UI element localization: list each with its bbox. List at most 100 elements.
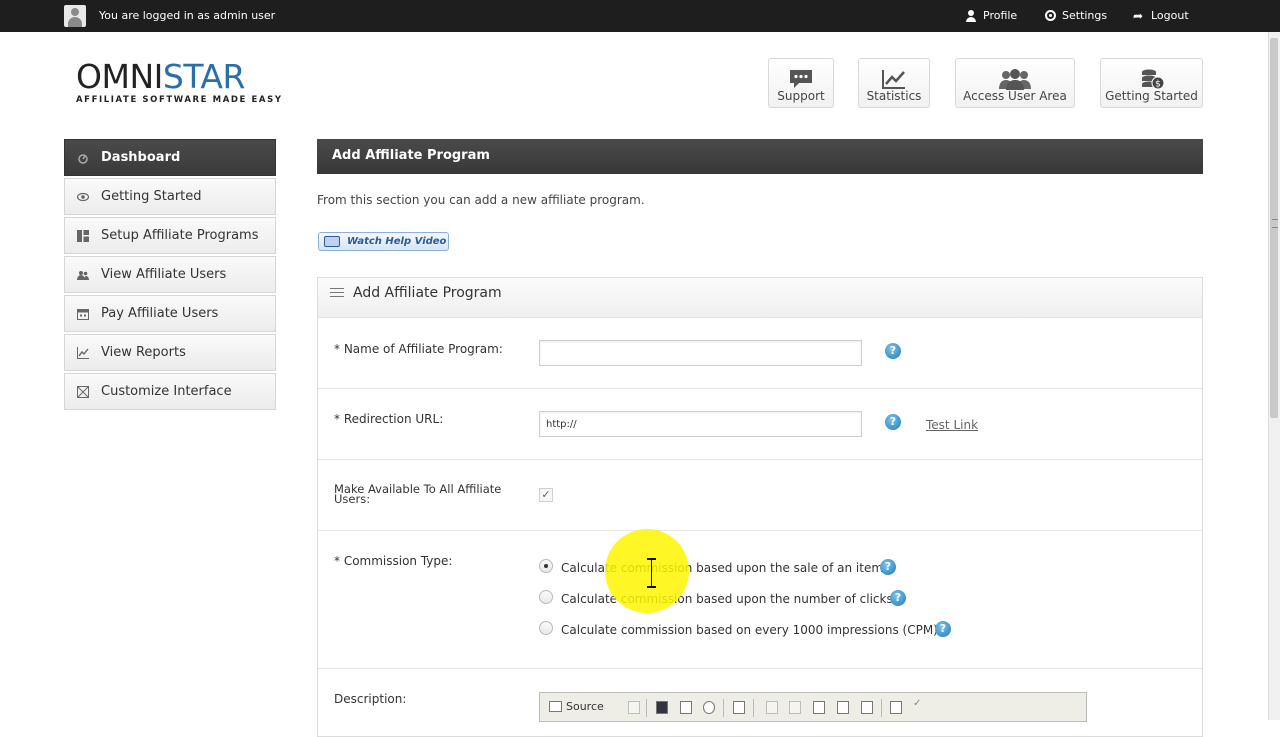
top-bar: You are logged in as admin user Profile …: [0, 0, 1280, 32]
paste-text-icon[interactable]: [837, 701, 849, 714]
logout-arrow-icon: ➦: [1133, 8, 1144, 23]
commission-sale-radio[interactable]: [539, 559, 553, 573]
paste-icon[interactable]: [813, 701, 825, 714]
sidebar-item-label: Dashboard: [101, 150, 181, 165]
add-program-form: Add Affiliate Program * Name of Affiliat…: [317, 277, 1203, 737]
form-title: Add Affiliate Program: [353, 285, 502, 301]
doc-icon[interactable]: [628, 701, 640, 714]
sidebar-item-pay-affiliate-users[interactable]: Pay Affiliate Users: [64, 295, 276, 332]
help-icon[interactable]: ?: [885, 343, 901, 359]
sidebar-item-label: View Affiliate Users: [101, 267, 227, 282]
available-label: Make Available To All Affiliate Users:: [334, 482, 502, 506]
source-icon: [549, 701, 562, 712]
users-group-icon: [999, 69, 1031, 90]
svg-text:$: $: [1155, 80, 1161, 90]
statistics-label: Statistics: [866, 89, 922, 103]
name-label: * Name of Affiliate Program:: [334, 342, 503, 356]
cut-icon[interactable]: [766, 701, 778, 714]
profile-link[interactable]: Profile: [965, 9, 1017, 22]
users-icon: [77, 269, 89, 281]
getting-started-button[interactable]: $ Getting Started: [1100, 58, 1203, 108]
eye-icon: [76, 191, 90, 203]
help-icon[interactable]: ?: [935, 621, 951, 637]
sidebar-item-label: Customize Interface: [101, 384, 232, 399]
spellcheck-icon[interactable]: ✓: [913, 698, 925, 711]
page-intro: From this section you can add a new affi…: [317, 193, 645, 207]
page-title: Add Affiliate Program: [317, 139, 1203, 174]
access-user-area-button[interactable]: Access User Area: [955, 58, 1075, 108]
list-icon: [330, 288, 344, 298]
sidebar-item-getting-started[interactable]: Getting Started: [64, 178, 276, 215]
sidebar-item-view-reports[interactable]: View Reports: [64, 334, 276, 371]
copy-icon[interactable]: [789, 701, 801, 714]
templates-icon[interactable]: [733, 701, 745, 714]
coins-icon: $: [1141, 69, 1164, 90]
commission-type-label: * Commission Type:: [334, 554, 453, 568]
print-icon[interactable]: [890, 701, 902, 714]
user-icon: [965, 9, 977, 22]
support-label: Support: [777, 89, 825, 103]
sidebar-item-customize-interface[interactable]: Customize Interface: [64, 373, 276, 410]
sidebar-item-view-affiliate-users[interactable]: View Affiliate Users: [64, 256, 276, 293]
grid-icon: [77, 385, 89, 398]
commission-type-row: * Commission Type: Calculate commission …: [318, 531, 1202, 669]
test-link[interactable]: Test Link: [926, 418, 978, 432]
description-label: Description:: [334, 692, 407, 706]
commission-sale-label[interactable]: Calculate commission based upon the sale…: [561, 561, 883, 575]
settings-label: Settings: [1062, 9, 1108, 22]
commission-cpm-label[interactable]: Calculate commission based on every 1000…: [561, 623, 938, 637]
save-icon[interactable]: [656, 701, 668, 714]
available-to-all-checkbox[interactable]: ✓: [539, 488, 553, 502]
page-scrollbar[interactable]: [1268, 32, 1280, 720]
user-avatar-icon: [64, 5, 86, 27]
new-page-icon[interactable]: [680, 701, 692, 714]
login-status: You are logged in as admin user: [99, 9, 276, 22]
help-icon[interactable]: ?: [890, 590, 906, 606]
logout-link[interactable]: ➦ Logout: [1133, 9, 1189, 22]
access-user-area-label: Access User Area: [963, 89, 1067, 103]
omnistar-logo[interactable]: OMNISTAR AFFILIATE SOFTWARE MADE EASY: [76, 57, 283, 106]
redirection-url-row: * Redirection URL: http:// ? Test Link: [318, 389, 1202, 460]
settings-link[interactable]: Settings: [1045, 9, 1107, 22]
scrollbar-thumb[interactable]: [1270, 38, 1278, 418]
sidebar-item-label: Setup Affiliate Programs: [101, 228, 259, 243]
help-icon[interactable]: ?: [885, 414, 901, 430]
form-header: Add Affiliate Program: [318, 278, 1202, 318]
logo-tagline: AFFILIATE SOFTWARE MADE EASY: [76, 95, 283, 105]
redirection-url-input[interactable]: http://: [539, 411, 862, 437]
sidebar-item-label: View Reports: [101, 345, 186, 360]
program-name-input[interactable]: [539, 340, 862, 366]
line-chart-icon: [77, 346, 89, 359]
profile-label: Profile: [983, 9, 1018, 22]
description-editor-toolbar: Source ✓: [539, 692, 1087, 722]
sidebar-item-dashboard[interactable]: Dashboard: [64, 139, 276, 176]
chat-bubble-icon: [790, 70, 812, 88]
logout-label: Logout: [1151, 9, 1189, 22]
statistics-button[interactable]: Statistics: [858, 58, 930, 108]
preview-icon[interactable]: [703, 701, 715, 714]
getting-started-label: Getting Started: [1105, 89, 1198, 103]
commission-clicks-radio[interactable]: [539, 590, 553, 604]
sidebar-item-label: Pay Affiliate Users: [101, 306, 219, 321]
help-icon[interactable]: ?: [880, 559, 896, 575]
dashboard-icon: [77, 152, 89, 164]
commission-clicks-label[interactable]: Calculate commission based upon the numb…: [561, 592, 893, 606]
sidebar-item-label: Getting Started: [101, 189, 202, 204]
layout-icon: [77, 229, 89, 242]
source-button[interactable]: Source: [566, 700, 604, 713]
logo-wordmark: OMNISTAR: [76, 57, 245, 96]
watch-help-video-button[interactable]: Watch Help Video: [318, 232, 449, 251]
gear-icon: [1045, 10, 1056, 21]
redirection-url-label: * Redirection URL:: [334, 412, 444, 426]
support-button[interactable]: Support: [768, 58, 834, 108]
line-chart-icon: [882, 70, 905, 89]
watch-help-video-label: Watch Help Video: [347, 236, 447, 247]
paste-word-icon[interactable]: [861, 701, 873, 714]
commission-cpm-radio[interactable]: [539, 621, 553, 635]
calendar-icon: [77, 308, 89, 320]
sidebar-item-setup-affiliate-programs[interactable]: Setup Affiliate Programs: [64, 217, 276, 254]
video-icon: [324, 236, 340, 247]
sidebar-nav: Dashboard Getting Started Setup Affiliat…: [64, 139, 276, 412]
availability-row: Make Available To All Affiliate Users: ✓: [318, 460, 1202, 531]
name-row: * Name of Affiliate Program: ?: [318, 318, 1202, 389]
